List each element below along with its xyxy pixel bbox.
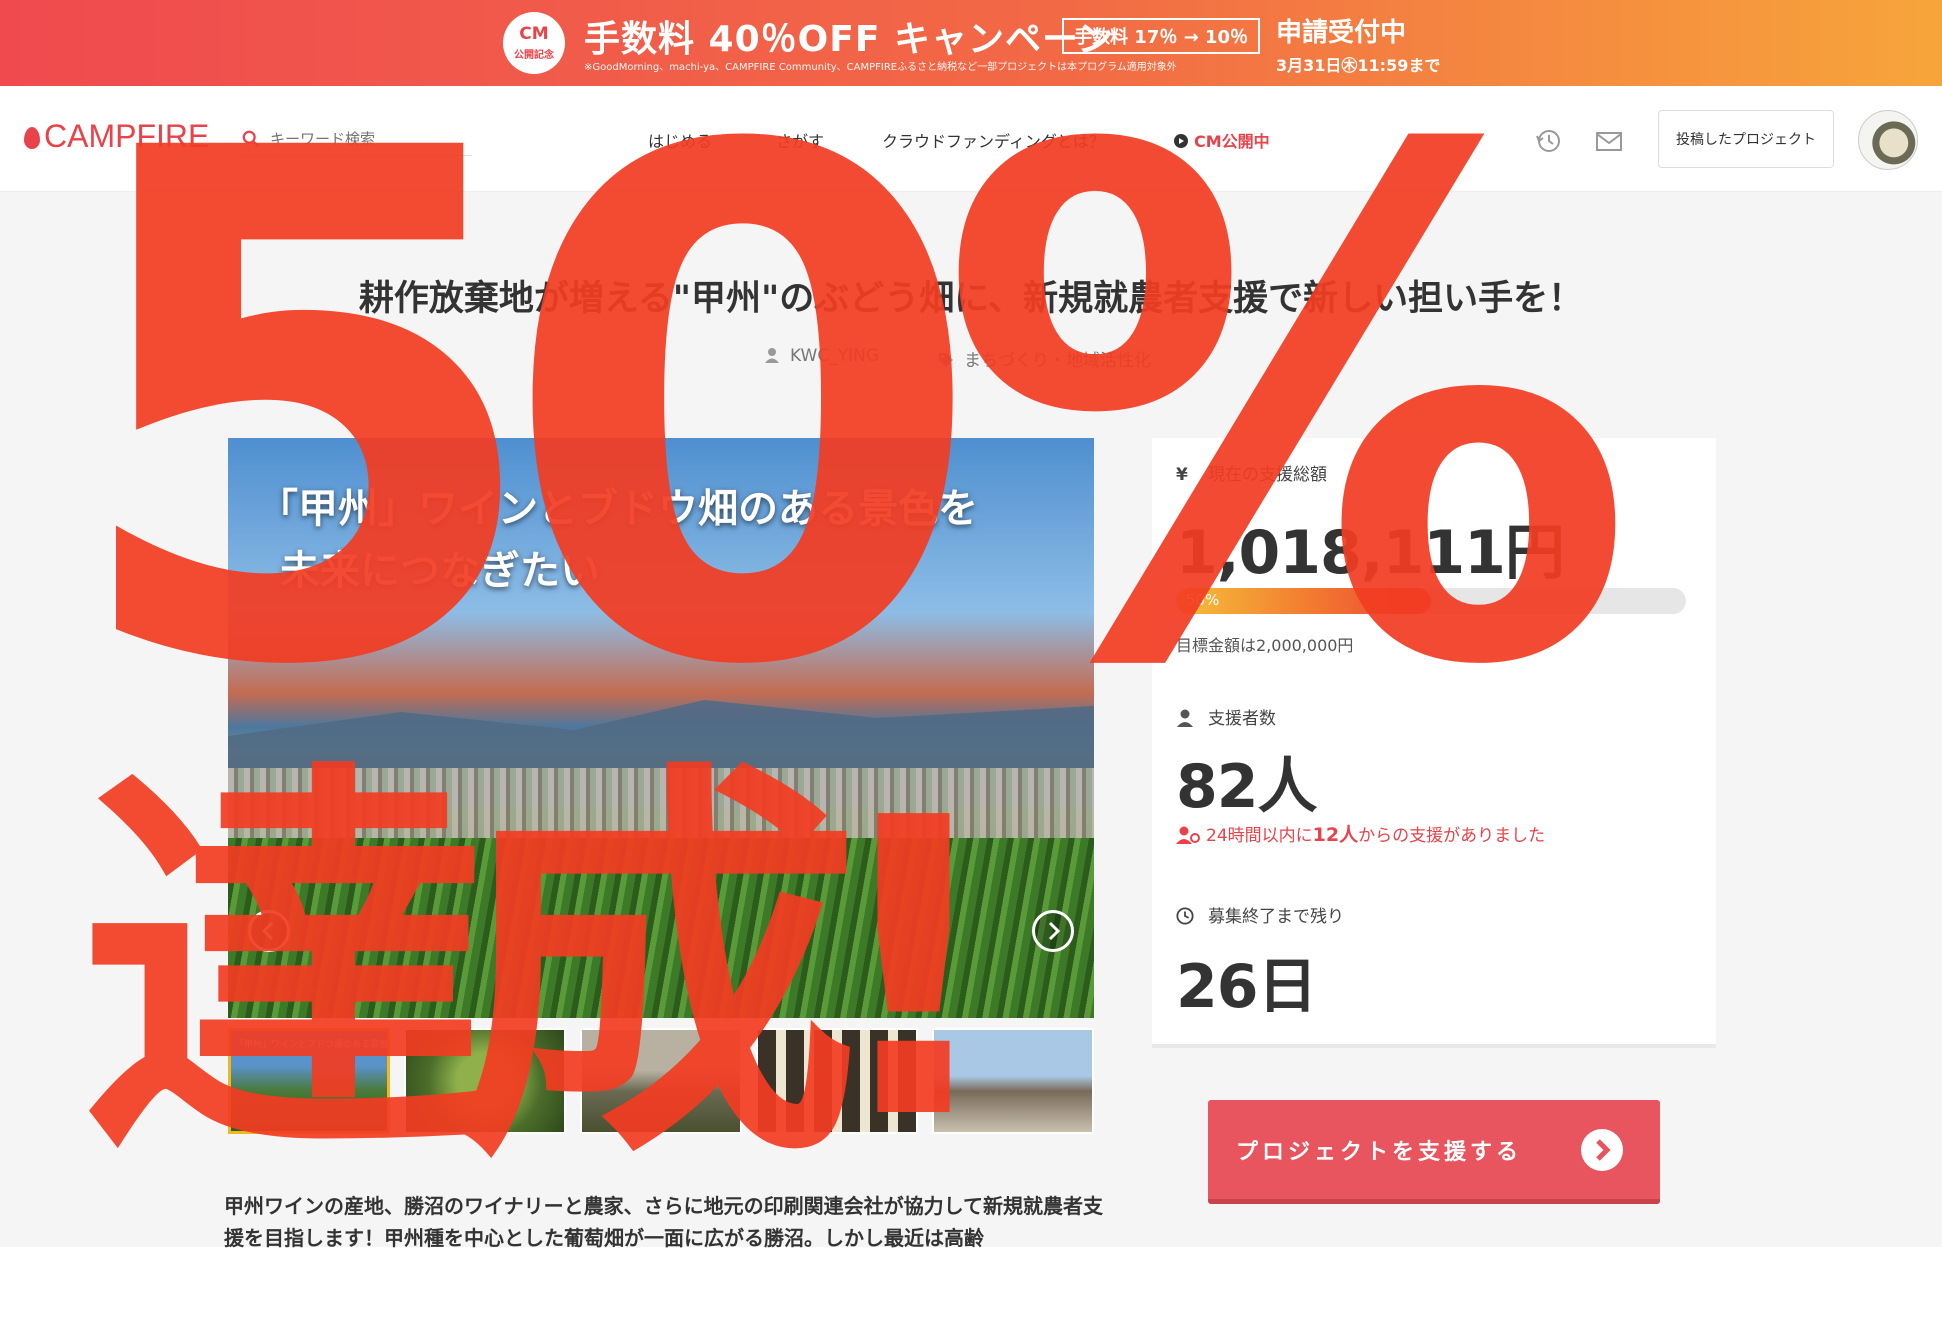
search-input[interactable] xyxy=(270,126,470,152)
image-caption: 「甲州」ワインとブドウ畑のある景色を 未来につなぎたい xyxy=(258,478,978,602)
nav-cm[interactable]: CM公開中 xyxy=(1174,128,1270,152)
chevron-left-icon xyxy=(261,921,274,941)
thumbnail-2[interactable] xyxy=(404,1028,566,1134)
recent-backers: 24時間以内に12人からの支援がありました xyxy=(1176,820,1545,847)
user-icon xyxy=(765,348,779,363)
support-project-button[interactable]: プロジェクトを支援する xyxy=(1208,1100,1660,1204)
recent-count: 12人 xyxy=(1312,824,1359,846)
thumbnail-3[interactable] xyxy=(580,1028,742,1134)
campaign-headline: 手数料 40％OFF キャンペーン xyxy=(584,19,1115,60)
nav-about-crowdfunding[interactable]: クラウドファンディングとは？ xyxy=(882,128,1105,152)
remaining-days: 26日 xyxy=(1176,952,1317,1022)
nav-cm-label: CM公開中 xyxy=(1194,132,1270,151)
thumbnail-1[interactable]: 「甲州」ワインとブドウ畑のある景色を xyxy=(228,1028,390,1134)
cm-badge-top: CM xyxy=(519,24,549,44)
carousel-prev-button[interactable] xyxy=(248,910,290,952)
chevron-right-icon xyxy=(1581,1129,1623,1171)
support-button-label: プロジェクトを支援する xyxy=(1236,1139,1523,1165)
cm-badge: CM 公開記念 xyxy=(503,12,565,74)
goal-amount: 目標金額は2,000,000円 xyxy=(1176,636,1354,655)
campaign-note: ※GoodMorning、machi-ya、CAMPFIRE Community… xyxy=(584,62,1177,73)
campaign-banner[interactable]: CM 公開記念 手数料 40％OFF キャンペーン 手数料 17％ → 10％ … xyxy=(0,0,1942,86)
history-icon[interactable] xyxy=(1534,126,1564,156)
avatar[interactable] xyxy=(1858,110,1918,170)
project-image-carousel[interactable]: 「甲州」ワインとブドウ畑のある景色を 未来につなぎたい xyxy=(228,438,1094,1018)
progress-bar: 50% xyxy=(1176,588,1686,614)
nav-start[interactable]: はじめる xyxy=(648,128,712,152)
yen-icon: ¥ xyxy=(1176,465,1188,485)
tag-icon xyxy=(939,353,953,367)
chevron-right-icon xyxy=(1048,921,1061,941)
logo-text: CAMPFIRE xyxy=(44,118,210,154)
backers-label: 支援者数 xyxy=(1176,704,1276,729)
funding-stats-card: ¥ 現在の支援総額 1,018,111円 50% 目標金額は2,000,000円 … xyxy=(1152,438,1716,1048)
campaign-apply: 申請受付中 xyxy=(1276,18,1407,48)
play-icon xyxy=(1174,134,1188,148)
recent-suffix: からの支援がありました xyxy=(1358,826,1546,846)
remaining-label-text: 募集終了まで残り xyxy=(1208,907,1344,927)
posted-projects-button[interactable]: 投稿したプロジェクト xyxy=(1658,110,1834,168)
project-description: 甲州ワインの産地、勝沼のワイナリーと農家、さらに地元の印刷関連会社が協力して新規… xyxy=(224,1194,1103,1250)
thumbnail-5[interactable] xyxy=(932,1028,1094,1134)
nav-explore[interactable]: さがす xyxy=(776,128,824,152)
flame-icon xyxy=(24,127,40,149)
project-category[interactable]: まちづくり・地域活性化 xyxy=(938,346,1151,371)
progress-percent: 50% xyxy=(1186,591,1220,609)
total-amount: 1,018,111円 xyxy=(1176,518,1565,588)
carousel-next-button[interactable] xyxy=(1032,910,1074,952)
users-icon xyxy=(1176,826,1200,844)
total-label-text: 現在の支援総額 xyxy=(1208,465,1327,485)
search-icon xyxy=(242,130,259,147)
town-layer xyxy=(228,768,1094,838)
mail-icon[interactable] xyxy=(1594,126,1624,156)
backers-count: 82人 xyxy=(1176,752,1317,822)
campfire-logo[interactable]: CAMPFIRE xyxy=(24,118,209,155)
thumbnail-caption: 「甲州」ワインとブドウ畑のある景色を xyxy=(235,1040,387,1050)
campaign-rate: 手数料 17％ → 10％ xyxy=(1062,18,1260,54)
project-main: 耕作放棄地が増える"甲州"のぶどう畑に、新規就農者支援で新しい担い手を！ KWC… xyxy=(0,192,1942,1250)
vineyard-layer xyxy=(228,838,1094,1018)
project-author[interactable]: KWC_YING xyxy=(764,346,879,366)
author-name: KWC_YING xyxy=(790,346,880,366)
cm-badge-bottom: 公開記念 xyxy=(514,50,554,61)
category-name: まちづくり・地域活性化 xyxy=(964,351,1151,371)
search-box xyxy=(240,124,472,156)
user-icon xyxy=(1177,709,1193,727)
remaining-label: 募集終了まで残り xyxy=(1176,902,1344,927)
image-caption-line1: 「甲州」ワインとブドウ畑のある景色を xyxy=(258,486,978,532)
clock-icon xyxy=(1176,907,1194,925)
page: CM 公開記念 手数料 40％OFF キャンペーン 手数料 17％ → 10％ … xyxy=(0,0,1942,1319)
thumbnail-4[interactable] xyxy=(756,1028,918,1134)
total-label: ¥ 現在の支援総額 xyxy=(1176,460,1327,485)
thumbnail-strip: 「甲州」ワインとブドウ畑のある景色を xyxy=(228,1028,1094,1134)
image-caption-line2: 未来につなぎたい xyxy=(280,548,600,594)
recent-prefix: 24時間以内に xyxy=(1206,826,1313,846)
campaign-deadline: 3月31日㊍11:59まで xyxy=(1276,56,1441,75)
site-header: CAMPFIRE はじめる さがす クラウドファンディングとは？ CM公開中 投… xyxy=(0,86,1942,192)
project-title: 耕作放棄地が増える"甲州"のぶどう畑に、新規就農者支援で新しい担い手を！ xyxy=(358,279,1584,319)
backers-label-text: 支援者数 xyxy=(1208,709,1276,729)
